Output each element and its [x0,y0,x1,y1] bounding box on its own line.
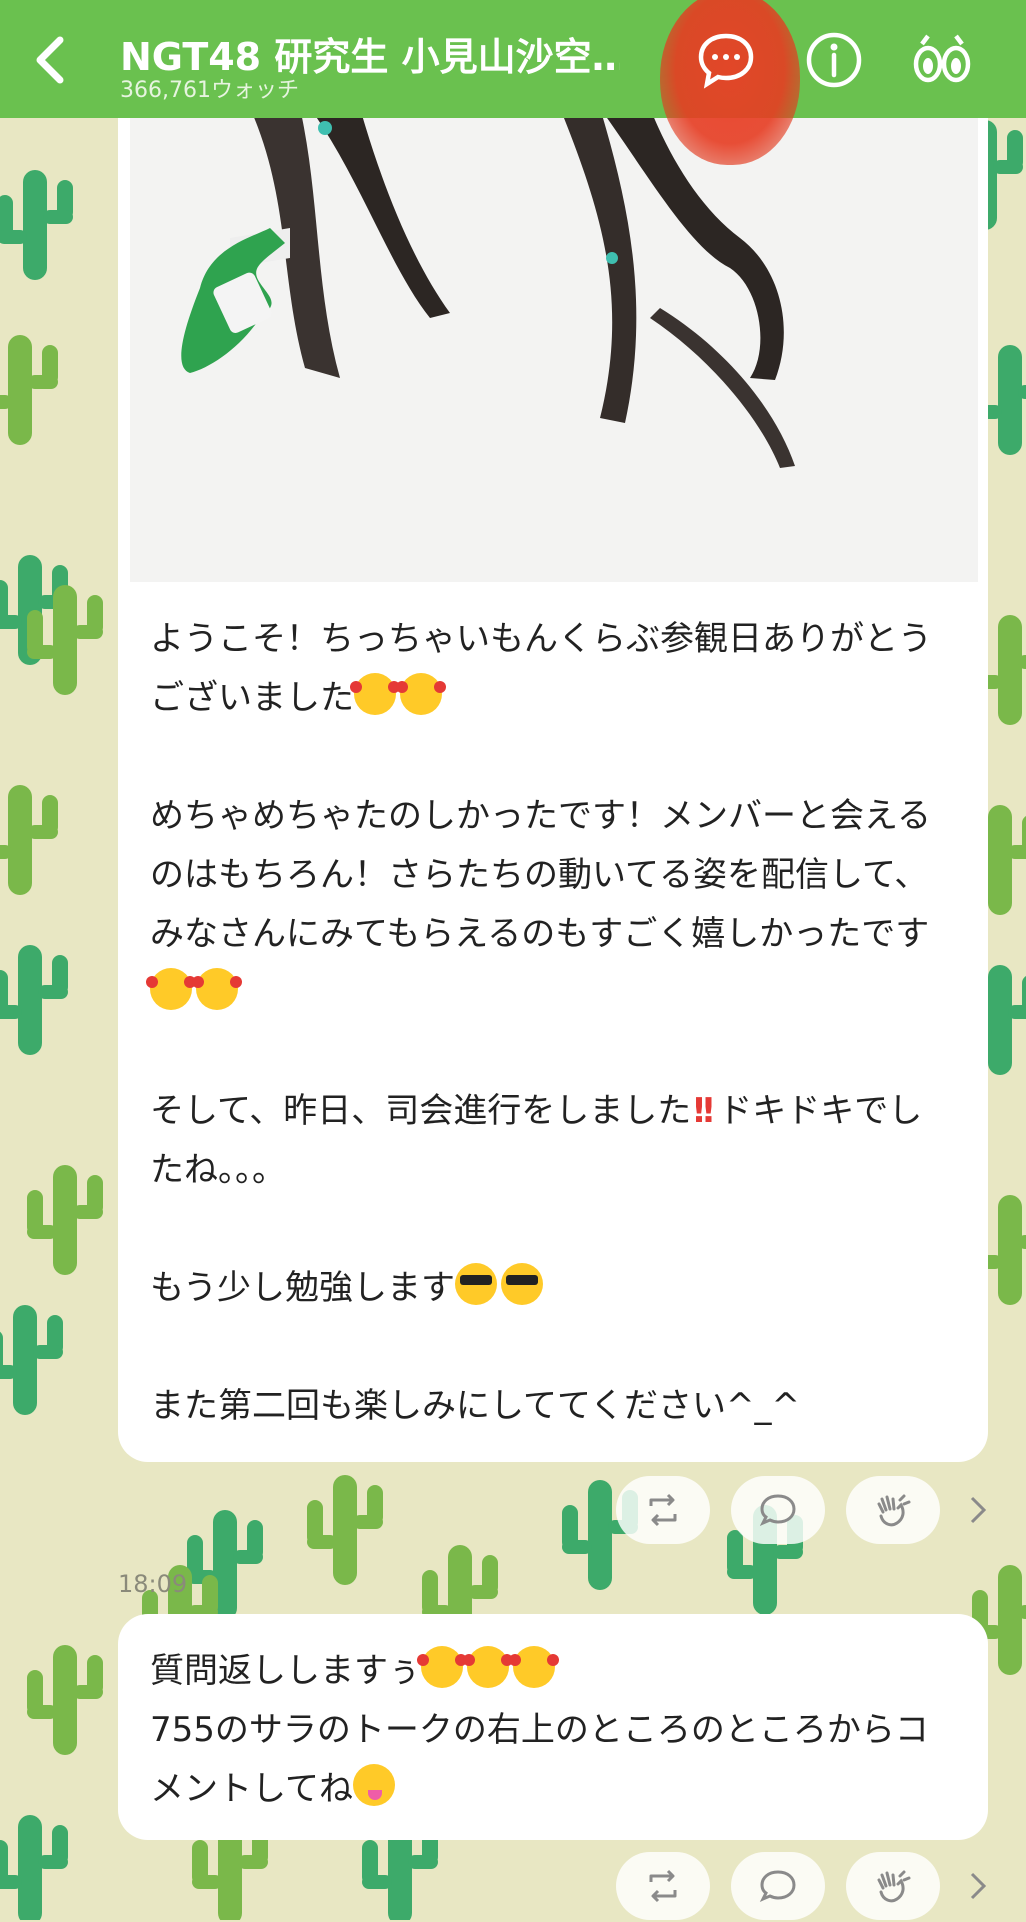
back-chevron-icon[interactable] [22,30,82,90]
smiling-hearts-emoji [508,1646,559,1688]
post-line-mc: そして、昨日、司会進行をしました [150,1091,692,1131]
clap-icon [877,1494,911,1527]
sunglasses-emoji [500,1263,543,1305]
smiling-hearts-emoji [146,968,196,1010]
sunglasses-emoji [454,1263,497,1305]
post-line-next: また第二回も楽しみにしててください^_^ [150,1386,800,1426]
smiling-hearts-emoji [350,673,400,715]
smiling-hearts-emoji [396,673,446,715]
reply-button[interactable] [731,1476,825,1544]
post-line-fun: めちゃめちゃたのしかったです！メンバーと会えるのはもちろん！さらたちの動いてる姿… [150,796,931,954]
more-chevron-icon[interactable] [966,1494,990,1526]
clap-icon [877,1870,911,1903]
binoculars-icon[interactable] [910,28,974,92]
smiling-hearts-emoji [192,968,242,1010]
more-chevron-icon[interactable] [966,1870,990,1902]
post-line-qa: 質問返ししますぅ [150,1651,421,1691]
double-exclamation-emoji: !! [691,1091,716,1131]
comment-icon [759,1870,796,1902]
reply-button[interactable] [731,1852,825,1920]
app-header: NGT48 研究生 小見山沙空… 366,761ウォッチ [0,0,1026,165]
info-icon[interactable] [802,28,866,92]
photo-image [130,118,978,582]
clap-button[interactable] [846,1852,940,1920]
retweet-icon [649,1493,677,1527]
retweet-button[interactable] [616,1476,710,1544]
post-text: ようこそ！ちっちゃいもんくらぶ参観日ありがとうございました めちゃめちゃたのしか… [146,610,950,1436]
yum-emoji [352,1764,395,1806]
retweet-button[interactable] [616,1852,710,1920]
post-actions [616,1852,1016,1922]
post-photo[interactable] [130,118,978,582]
message-timestamp: 18:09 [118,1570,188,1598]
clap-button[interactable] [846,1476,940,1544]
post-text: 質問返ししますぅ 755のサラのトークの右上のところのところからコメントしてね [150,1642,950,1819]
smiling-hearts-emoji [462,1646,513,1688]
watch-count: 366,761ウォッチ [120,78,299,103]
comment-icon [759,1494,796,1526]
post-line-instructions: 755のサラのトークの右上のところのところからコメントしてね [150,1710,929,1809]
smiling-hearts-emoji [416,1646,467,1688]
retweet-icon [649,1869,677,1903]
post-line-thanks: ようこそ！ちっちゃいもんくらぶ参観日ありがとうございました [150,619,932,718]
post-actions [616,1476,1016,1546]
chat-bubble-dots-icon[interactable] [694,28,758,92]
post-line-study: もう少し勉強します [150,1268,455,1308]
